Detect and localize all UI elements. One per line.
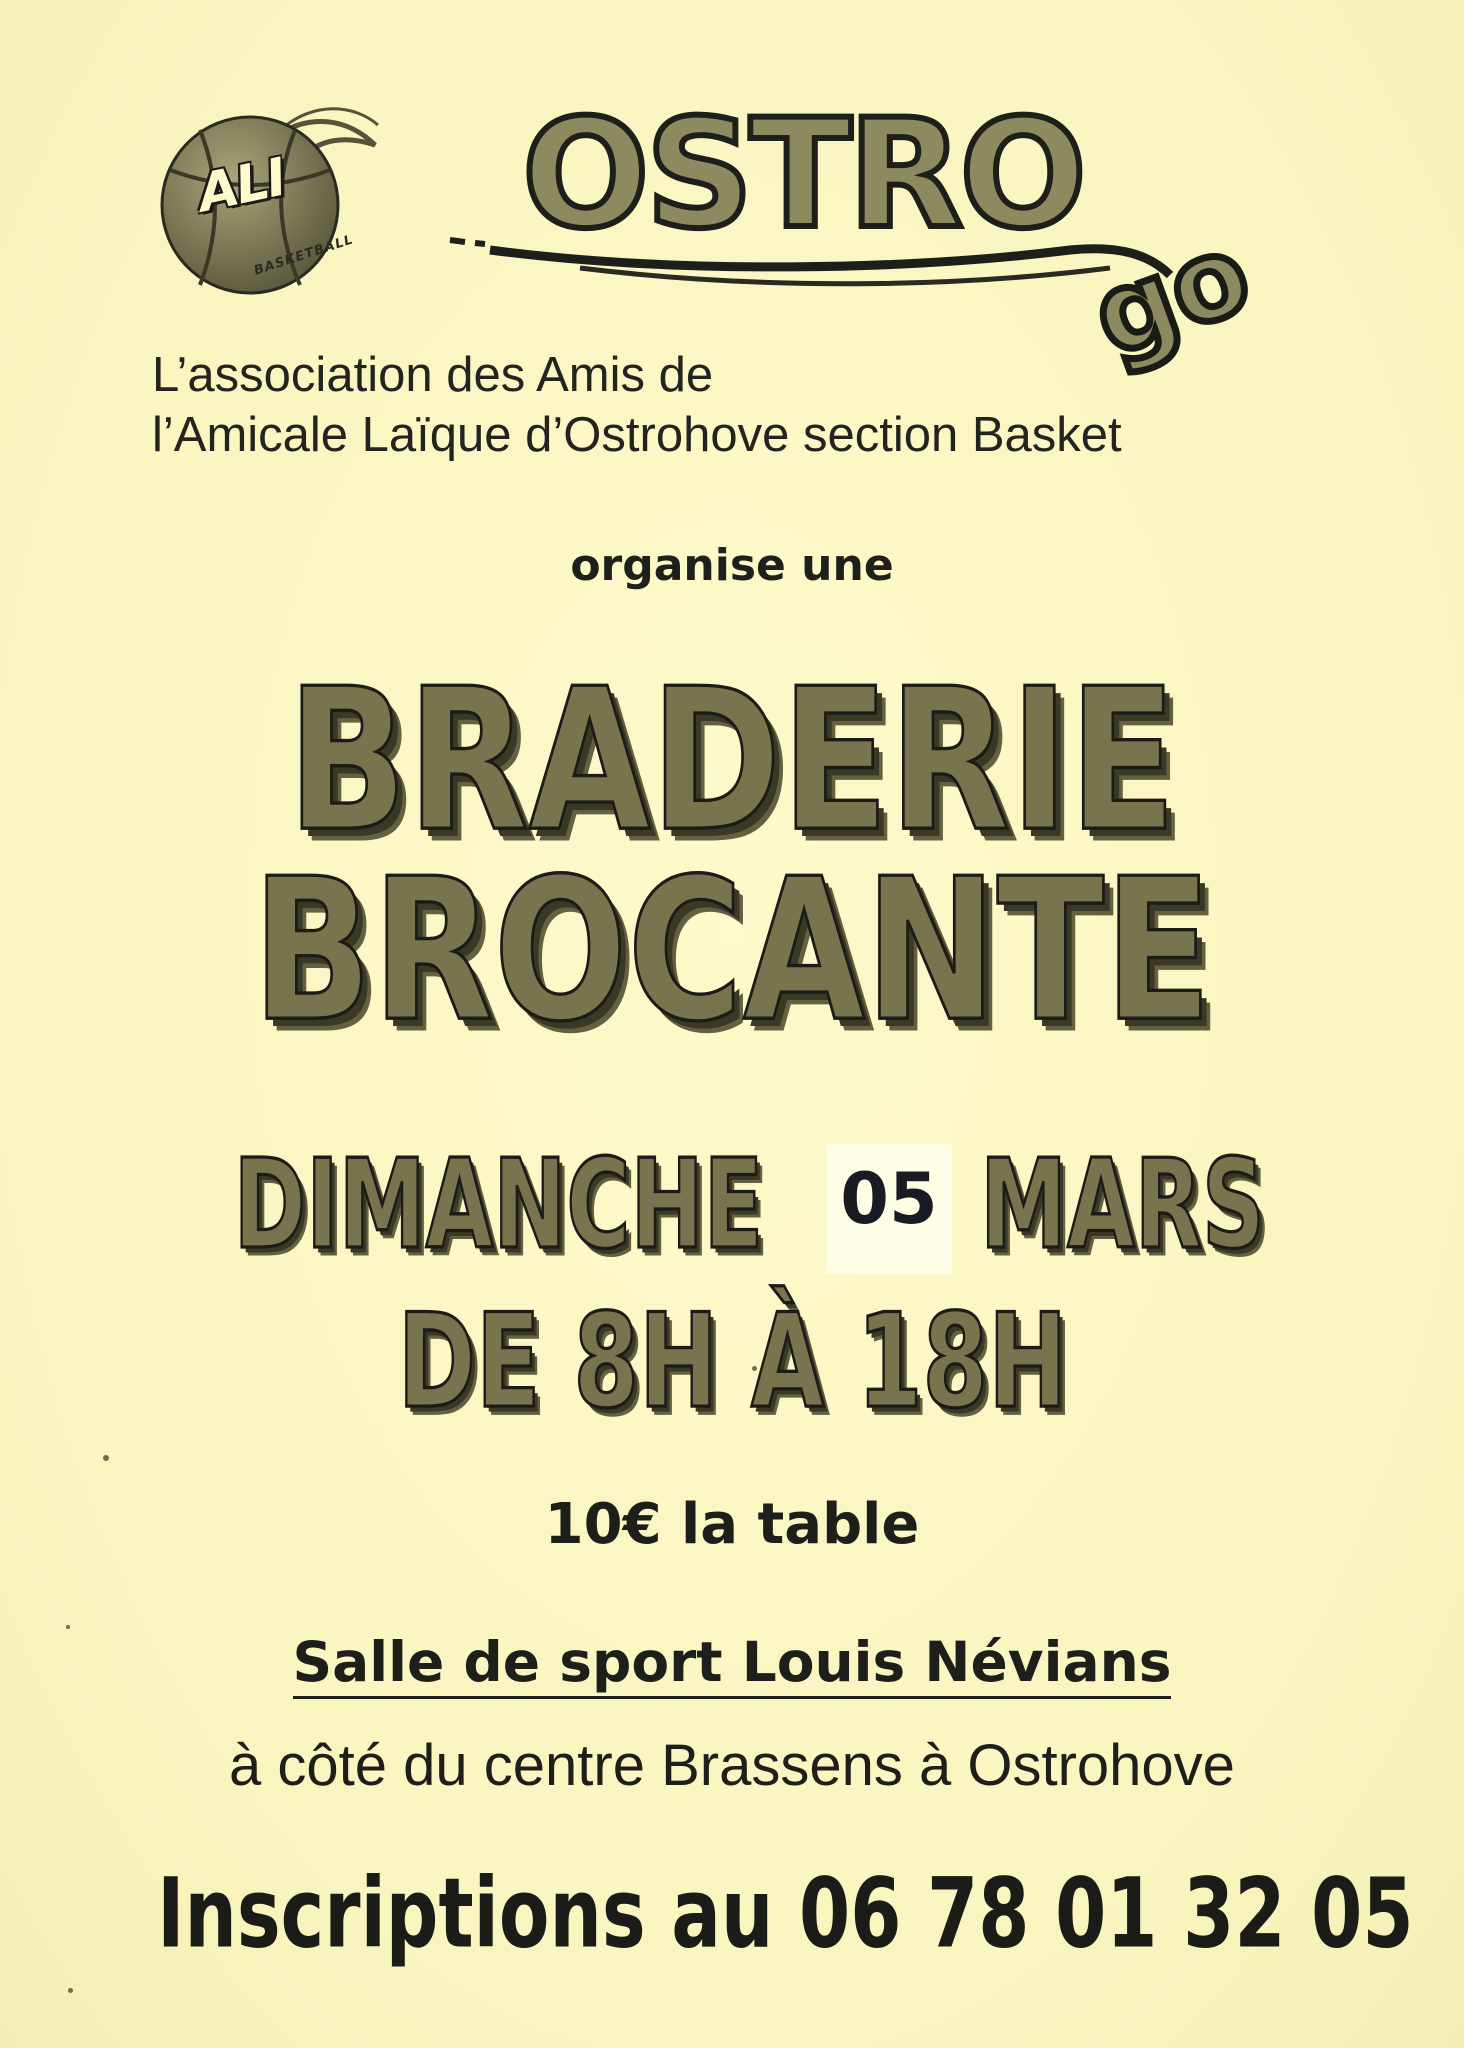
- scan-speck: [66, 1625, 70, 1629]
- event-title-line-2: BROCANTE: [251, 836, 1213, 1067]
- scan-speck: [68, 1988, 73, 1993]
- event-date: DIMANCHE 05 MARS: [0, 1132, 1464, 1278]
- association-line-1: L’association des Amis de: [152, 348, 714, 402]
- day-number-sticker: 05: [826, 1144, 952, 1274]
- weekday: DIMANCHE: [232, 1132, 764, 1278]
- venue-location: à côté du centre Brassens à Ostrohove: [229, 1733, 1235, 1798]
- scan-speck: [752, 1366, 757, 1371]
- intro-text: organise une: [570, 540, 894, 591]
- scan-speck: [103, 1455, 109, 1461]
- ali-basketball-logo: ALI BASKETBALL: [140, 100, 380, 300]
- association-line-2: l’Amicale Laïque d’Ostrohove section Bas…: [152, 408, 1122, 462]
- venue: Salle de sport Louis Névians: [0, 1630, 1464, 1699]
- registration-phone: Inscriptions au 06 78 01 32 05: [157, 1857, 1414, 1970]
- table-price: 10€ la table: [544, 1492, 920, 1557]
- ostro-logo-text: OSTRO: [519, 88, 1090, 262]
- event-title-line-1: BRADERIE: [286, 646, 1178, 877]
- association-name: L’association des Amis de l’Amicale Laïq…: [152, 345, 1122, 465]
- flyer: ALI BASKETBALL OSTRO go L’association de…: [0, 0, 1464, 2048]
- month: MARS: [979, 1132, 1266, 1278]
- venue-name: Salle de sport Louis Névians: [292, 1630, 1172, 1699]
- event-hours: DE 8H À 18H: [396, 1283, 1068, 1438]
